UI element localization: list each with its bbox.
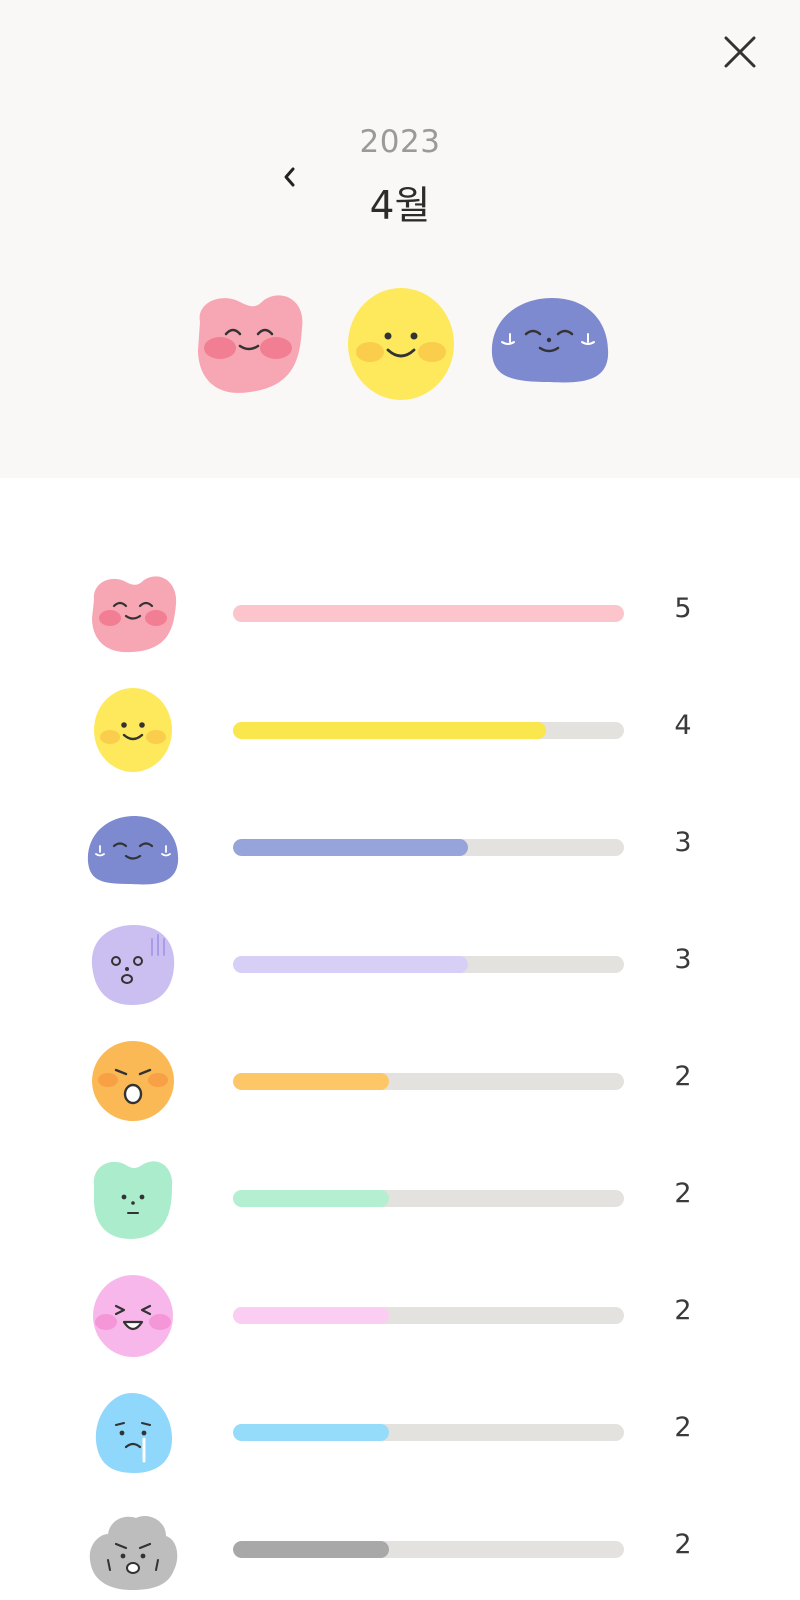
mood-row-surprised[interactable]: 3 [0, 913, 800, 1013]
mood-count-sad: 2 [674, 1412, 692, 1443]
mood-count-surprised: 3 [674, 944, 692, 975]
bar-fill [233, 1307, 390, 1324]
mood-row-happy[interactable]: 4 [0, 679, 800, 779]
mood-bar-laughing [233, 1307, 624, 1324]
mood-count-angry: 2 [674, 1529, 692, 1560]
mood-bar-angry [233, 1541, 624, 1558]
mood-row-relieved[interactable]: 3 [0, 796, 800, 896]
bar-fill [233, 605, 624, 622]
mood-bar-upset [233, 1073, 624, 1090]
mood-count-happy: 4 [674, 710, 692, 741]
mood-bar-surprised [233, 956, 624, 973]
mood-count-calm: 2 [674, 1178, 692, 1209]
mood-row-love[interactable]: 5 [0, 562, 800, 662]
bar-fill [233, 839, 468, 856]
love-mood-icon [92, 576, 177, 653]
bar-fill [233, 722, 546, 739]
bar-fill [233, 1424, 390, 1441]
close-icon[interactable] [718, 30, 762, 74]
mood-row-laughing[interactable]: 2 [0, 1264, 800, 1364]
mood-count-upset: 2 [674, 1061, 692, 1092]
mood-bar-happy [233, 722, 624, 739]
mood-count-relieved: 3 [674, 827, 692, 858]
bar-fill [233, 1190, 390, 1207]
mood-bar-love [233, 605, 624, 622]
mood-row-upset[interactable]: 2 [0, 1030, 800, 1130]
relieved-mood-icon [491, 298, 609, 383]
happy-mood-icon [94, 688, 172, 772]
relieved-mood-icon [87, 816, 179, 885]
mood-bar-calm [233, 1190, 624, 1207]
laughing-mood-icon [93, 1275, 173, 1357]
mood-bar-sad [233, 1424, 624, 1441]
mood-row-angry[interactable]: 2 [0, 1498, 800, 1598]
happy-mood-icon [348, 288, 454, 400]
mood-count-laughing: 2 [674, 1295, 692, 1326]
mood-row-calm[interactable]: 2 [0, 1147, 800, 1247]
upset-mood-icon [92, 1041, 174, 1121]
love-mood-icon [198, 295, 303, 393]
header: 2023 4월 [0, 0, 800, 478]
year-label: 2023 [359, 124, 441, 160]
mood-row-sad[interactable]: 2 [0, 1381, 800, 1481]
month-label: 4월 [369, 184, 431, 229]
mood-count-love: 5 [674, 593, 692, 624]
bar-fill [233, 956, 468, 973]
bar-fill [233, 1541, 390, 1558]
angry-mood-icon [89, 1516, 178, 1590]
mood-bar-relieved [233, 839, 624, 856]
surprised-mood-icon [91, 925, 175, 1005]
calm-mood-icon [93, 1161, 173, 1239]
sad-mood-icon [95, 1393, 172, 1473]
bar-fill [233, 1073, 390, 1090]
